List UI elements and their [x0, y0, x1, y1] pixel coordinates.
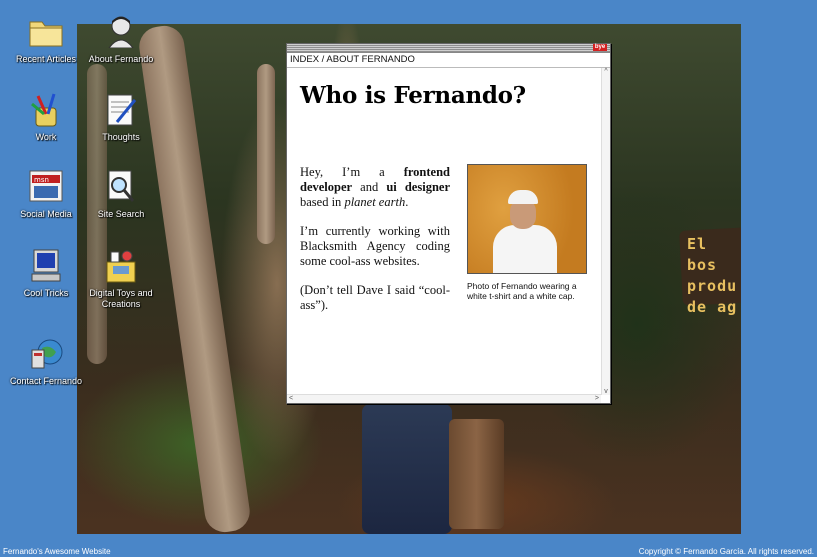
scroll-left-icon[interactable]: < [289, 395, 293, 402]
breadcrumb: INDEX / ABOUT FERNANDO [287, 53, 610, 68]
intro-paragraph-2: I’m currently working with Blacksmith Ag… [300, 224, 450, 268]
intro-text: Hey, I’m a frontend developer and ui des… [300, 165, 450, 327]
desktop-icon-site-search[interactable]: Site Search [81, 169, 161, 220]
window-content: Who is Fernando? Hey, I’m a frontend dev… [287, 68, 601, 395]
page-title: Who is Fernando? [300, 82, 526, 109]
msn-icon: msn [28, 169, 64, 205]
desktop-icon-recent-articles[interactable]: Recent Articles [6, 14, 86, 65]
desktop-icon-thoughts[interactable]: Thoughts [81, 92, 161, 143]
toy-box-icon [103, 248, 139, 284]
tree-trunk [257, 64, 275, 244]
close-button[interactable]: bye [593, 44, 607, 51]
computer-icon [28, 248, 64, 284]
site-name: Fernando's Awesome Website [3, 547, 111, 556]
desktop-icon-about-fernando[interactable]: About Fernando [81, 14, 161, 65]
wallpaper-stump [449, 419, 504, 529]
copyright: Copyright © Fernando García. All rights … [638, 547, 814, 556]
desktop-icon-cool-tricks[interactable]: Cool Tricks [6, 248, 86, 299]
vertical-scrollbar[interactable]: ^ v [601, 68, 610, 395]
photo-cap [508, 190, 538, 204]
scroll-down-icon[interactable]: v [602, 388, 610, 395]
search-icon [103, 169, 139, 205]
intro-paragraph-1: Hey, I’m a frontend developer and ui des… [300, 165, 450, 209]
paint-tools-icon [28, 92, 64, 128]
scroll-right-icon[interactable]: > [595, 395, 599, 402]
notepad-icon [103, 92, 139, 128]
desktop-icon-digital-toys[interactable]: Digital Toys and Creations [81, 248, 161, 310]
wallpaper-sign-text: El bos produ de ag [687, 235, 738, 316]
profile-photo [467, 164, 587, 274]
globe-network-icon [28, 336, 64, 372]
person-icon [103, 14, 139, 50]
desktop-icon-contact-fernando[interactable]: Contact Fernando [6, 336, 86, 387]
intro-paragraph-3: (Don’t tell Dave I said “cool-ass”). [300, 283, 450, 312]
folder-icon [28, 14, 64, 50]
scroll-up-icon[interactable]: ^ [602, 68, 610, 75]
svg-text:msn: msn [34, 176, 49, 184]
desktop-icon-work[interactable]: Work [6, 92, 86, 143]
photo-caption: Photo of Fernando wearing a white t-shir… [467, 281, 577, 301]
horizontal-scrollbar[interactable]: < > [287, 394, 601, 403]
wallpaper-person [362, 404, 452, 534]
window-titlebar[interactable]: bye [287, 44, 610, 53]
desktop-icon-social-media[interactable]: msn Social Media [6, 169, 86, 220]
about-window[interactable]: bye INDEX / ABOUT FERNANDO Who is Fernan… [286, 43, 611, 404]
photo-shirt [493, 225, 557, 273]
